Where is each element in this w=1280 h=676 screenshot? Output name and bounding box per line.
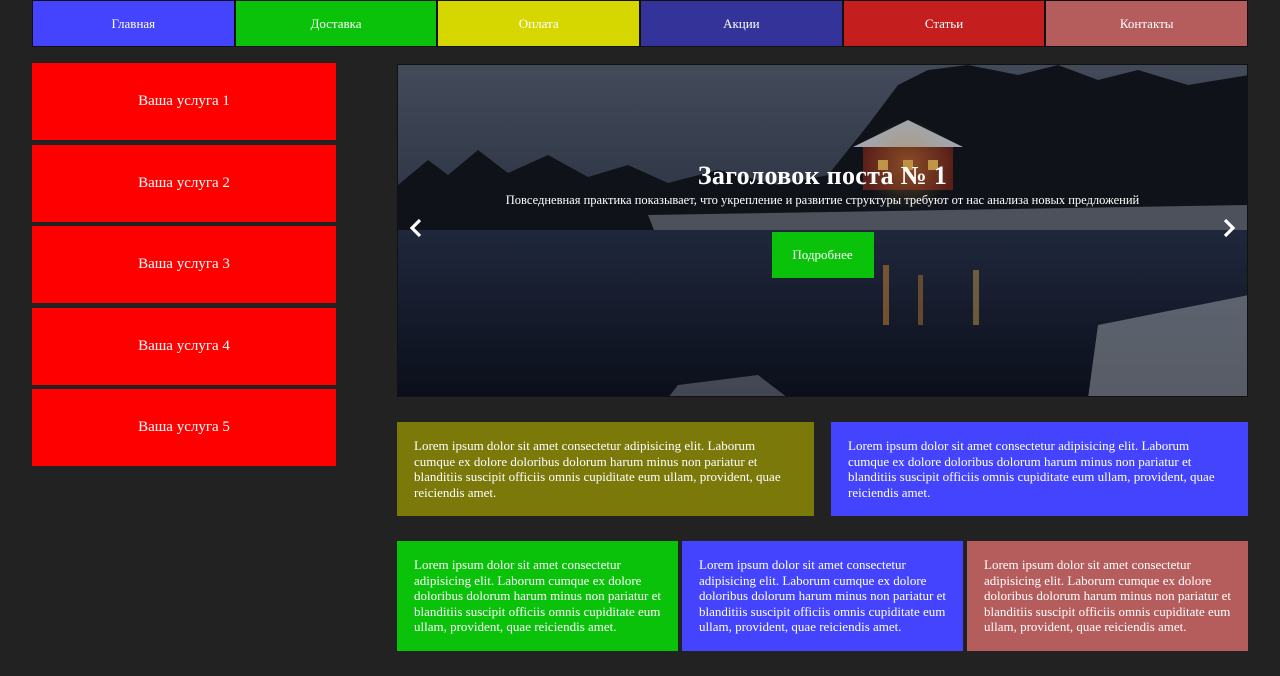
content-card-3: Lorem ipsum dolor sit amet consectetur a… — [397, 541, 678, 651]
content-card-1: Lorem ipsum dolor sit amet consectetur a… — [397, 422, 814, 516]
slide-description: Повседневная практика показывает, что ук… — [505, 193, 1140, 207]
nav-item-home[interactable]: Главная — [32, 0, 235, 47]
chevron-left-icon — [409, 218, 422, 238]
nav-item-delivery[interactable]: Доставка — [234, 0, 438, 47]
slide-caption: Заголовок поста № 1 Повседневная практик… — [398, 161, 1247, 278]
content-card-2: Lorem ipsum dolor sit amet consectetur a… — [831, 422, 1248, 516]
nav-item-articles[interactable]: Статьи — [842, 0, 1046, 47]
main-nav: Главная Доставка Оплата Акции Статьи Кон… — [32, 0, 1249, 47]
content-card-5: Lorem ipsum dolor sit amet consectetur a… — [967, 541, 1248, 651]
service-item-2[interactable]: Ваша услуга 2 — [32, 144, 336, 222]
slider-prev-button[interactable] — [404, 215, 428, 241]
slide-title: Заголовок поста № 1 — [697, 161, 948, 190]
services-sidebar: Ваша услуга 1 Ваша услуга 2 Ваша услуга … — [32, 63, 336, 471]
service-item-5[interactable]: Ваша услуга 5 — [32, 389, 336, 466]
post-slider: Заголовок поста № 1 Повседневная практик… — [397, 64, 1248, 397]
service-item-4[interactable]: Ваша услуга 4 — [32, 307, 336, 385]
nav-item-contacts[interactable]: Контакты — [1045, 0, 1249, 47]
slider-next-button[interactable] — [1217, 215, 1241, 241]
service-item-3[interactable]: Ваша услуга 3 — [32, 226, 336, 303]
nav-item-promotions[interactable]: Акции — [640, 0, 843, 47]
read-more-button[interactable]: Подробнее — [771, 232, 874, 278]
service-item-1[interactable]: Ваша услуга 1 — [32, 63, 336, 140]
chevron-right-icon — [1223, 218, 1236, 238]
nav-item-payment[interactable]: Оплата — [437, 0, 641, 47]
content-card-4: Lorem ipsum dolor sit amet consectetur a… — [682, 541, 963, 651]
